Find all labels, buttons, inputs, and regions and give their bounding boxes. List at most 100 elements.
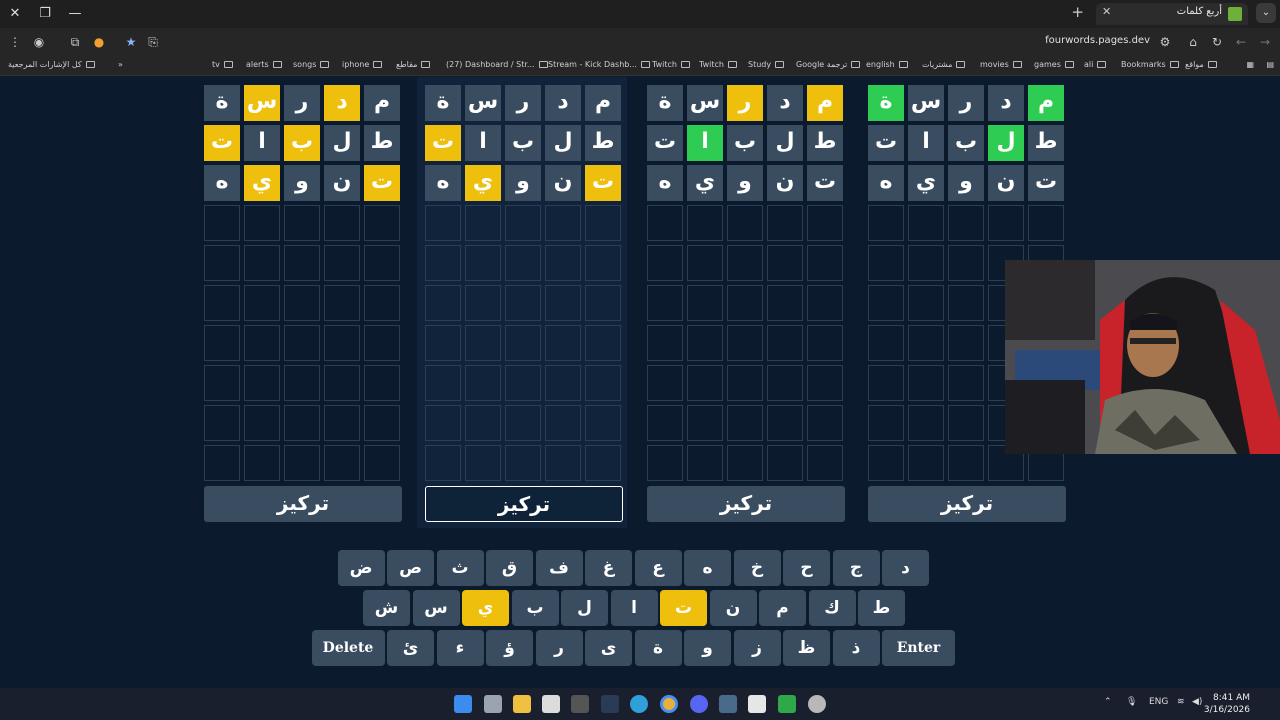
volume-icon[interactable]: ◀) xyxy=(1192,697,1202,707)
bookmark-item[interactable]: alerts xyxy=(246,60,282,69)
bookmark-item[interactable]: iphone xyxy=(342,60,383,69)
snipping-tool-icon[interactable] xyxy=(748,695,766,713)
letter-key[interactable]: ب xyxy=(511,590,559,626)
site-settings-icon[interactable]: ⚙ xyxy=(1156,33,1174,51)
minimize-window-icon[interactable]: — xyxy=(64,4,86,24)
bookmark-item[interactable]: Twitch xyxy=(652,60,690,69)
bookmark-item[interactable]: english xyxy=(866,60,908,69)
letter-key[interactable]: م xyxy=(759,590,806,626)
restore-window-icon[interactable]: ❐ xyxy=(34,4,56,24)
letter-key[interactable]: ق xyxy=(486,550,533,586)
bookmark-star-icon[interactable]: ★ xyxy=(122,33,140,51)
clock[interactable]: 8:41 AM 3/16/2026 xyxy=(1204,692,1250,716)
focus-button-board-4[interactable]: تركيز xyxy=(868,486,1066,522)
new-tab-icon[interactable]: + xyxy=(1071,3,1084,21)
focus-button-board-2[interactable]: تركيز xyxy=(425,486,623,522)
letter-key[interactable]: ج xyxy=(832,550,880,586)
edge-icon[interactable] xyxy=(630,695,648,713)
letter-tile: ط xyxy=(1028,125,1064,161)
bookmark-item[interactable]: Stream - Kick Dashb... xyxy=(548,60,650,69)
letter-key[interactable]: س xyxy=(412,590,460,626)
bookmark-item[interactable]: ali xyxy=(1084,60,1107,69)
calculator-icon[interactable] xyxy=(571,695,589,713)
enter-key[interactable]: Enter xyxy=(882,630,955,666)
delete-key[interactable]: Delete xyxy=(311,630,385,666)
bookmark-item[interactable]: tv xyxy=(212,60,233,69)
bookmark-item[interactable]: songs xyxy=(293,60,330,69)
focus-button-board-1[interactable]: تركيز xyxy=(204,486,402,522)
bookmark-item[interactable]: Study xyxy=(748,60,785,69)
steam-icon[interactable] xyxy=(601,695,619,713)
search-app-icon[interactable] xyxy=(719,695,737,713)
bookmark-item[interactable]: مواقع xyxy=(1185,60,1217,69)
bookmark-item[interactable]: Bookmarks xyxy=(1121,60,1179,69)
bookmark-item[interactable]: Google ترجمة xyxy=(796,60,861,69)
letter-key[interactable]: ك xyxy=(808,590,856,626)
letter-key[interactable]: خ xyxy=(733,550,781,586)
browser-tab[interactable]: أربع كلمات ✕ xyxy=(1096,3,1248,25)
microphone-icon[interactable]: 🎙 xyxy=(1126,697,1137,707)
letter-key[interactable]: ض xyxy=(337,550,385,586)
letter-key[interactable]: ئ xyxy=(387,630,434,666)
letter-key[interactable]: ي xyxy=(462,590,509,626)
bookmark-item[interactable]: (27) Dashboard / Str... xyxy=(446,60,548,69)
screenshot-icon[interactable]: ⎘ xyxy=(144,33,162,51)
bookmark-item[interactable]: Twitch xyxy=(699,60,737,69)
bookmark-item[interactable]: مقاطع xyxy=(396,60,431,69)
address-bar[interactable]: fourwords.pages.dev xyxy=(1045,35,1150,46)
letter-key[interactable]: ص xyxy=(387,550,434,586)
letter-key[interactable]: ث xyxy=(436,550,484,586)
wifi-icon[interactable]: ≋ xyxy=(1177,697,1185,707)
letter-key[interactable]: د xyxy=(882,550,929,586)
letter-key[interactable]: ا xyxy=(610,590,658,626)
close-window-icon[interactable]: ✕ xyxy=(4,4,26,24)
reading-list-icon[interactable]: ▤ xyxy=(1266,60,1274,69)
letter-key[interactable]: ح xyxy=(783,550,830,586)
start-icon[interactable] xyxy=(454,695,472,713)
extensions-icon[interactable]: ⧉ xyxy=(66,33,84,51)
letter-key[interactable]: ل xyxy=(561,590,608,626)
home-icon[interactable]: ⌂ xyxy=(1184,33,1202,51)
language-indicator[interactable]: ENG xyxy=(1149,697,1168,707)
reload-icon[interactable]: ↻ xyxy=(1208,33,1226,51)
menu-icon[interactable]: ⋮ xyxy=(6,33,24,51)
bookmark-item[interactable]: مشتريات xyxy=(922,60,966,69)
letter-key[interactable]: ر xyxy=(535,630,583,666)
extension-icon[interactable]: ● xyxy=(90,33,108,51)
letter-key[interactable]: ز xyxy=(733,630,781,666)
forward-icon[interactable]: → xyxy=(1256,33,1274,51)
bookmark-item[interactable]: movies xyxy=(980,60,1022,69)
letter-key[interactable]: ت xyxy=(660,590,707,626)
letter-key[interactable]: ط xyxy=(858,590,905,626)
file-explorer-icon[interactable] xyxy=(513,695,531,713)
apps-icon[interactable]: ▦ xyxy=(1246,60,1254,69)
back-icon[interactable]: ← xyxy=(1232,33,1250,51)
store-icon[interactable] xyxy=(542,695,560,713)
xbox-icon[interactable] xyxy=(778,695,796,713)
letter-key[interactable]: و xyxy=(684,630,731,666)
letter-key[interactable]: ؤ xyxy=(486,630,533,666)
bookmark-item[interactable]: games xyxy=(1034,60,1074,69)
letter-key[interactable]: ن xyxy=(709,590,757,626)
letter-key[interactable]: ء xyxy=(436,630,484,666)
letter-key[interactable]: ة xyxy=(634,630,682,666)
profile-icon[interactable]: ◉ xyxy=(30,33,48,51)
focus-button-board-3[interactable]: تركيز xyxy=(647,486,845,522)
letter-key[interactable]: ش xyxy=(363,590,410,626)
letter-key[interactable]: ف xyxy=(535,550,583,586)
letter-key[interactable]: ه xyxy=(684,550,731,586)
all-bookmarks-folder[interactable]: كل الإشارات المرجعية xyxy=(8,60,95,69)
letter-key[interactable]: ى xyxy=(585,630,632,666)
task-view-icon[interactable] xyxy=(484,695,502,713)
close-tab-icon[interactable]: ✕ xyxy=(1102,5,1111,18)
bookmarks-overflow-icon[interactable]: » xyxy=(118,60,123,69)
tray-overflow-icon[interactable]: ⌃ xyxy=(1104,697,1112,707)
letter-key[interactable]: ظ xyxy=(783,630,830,666)
chrome-icon[interactable] xyxy=(660,695,678,713)
letter-key[interactable]: ع xyxy=(634,550,682,586)
letter-key[interactable]: ذ xyxy=(832,630,880,666)
letter-key[interactable]: غ xyxy=(585,550,632,586)
discord-icon[interactable] xyxy=(690,695,708,713)
obs-icon[interactable] xyxy=(808,695,826,713)
tab-search-icon[interactable]: ⌄ xyxy=(1256,3,1276,23)
